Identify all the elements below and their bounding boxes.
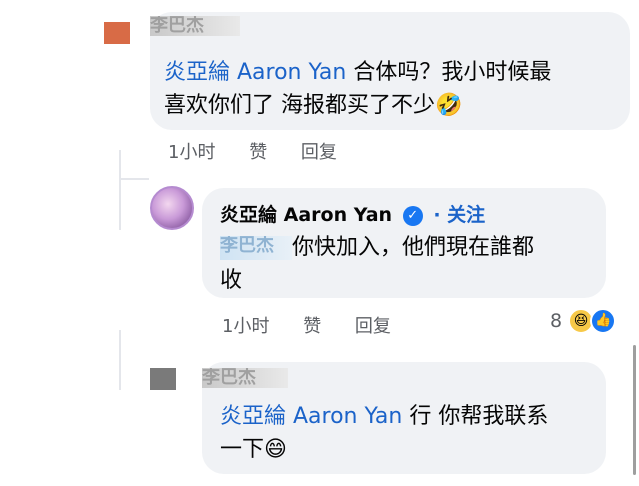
comment-text-line: 收 — [220, 268, 243, 293]
comment-text-line: 你快加入，他們現在誰都 — [292, 235, 535, 260]
thread-connector-line — [119, 330, 121, 390]
user-tag[interactable]: 炎亞綸 Aaron Yan — [164, 60, 346, 85]
comment-actions: 1小时 赞 回复 — [222, 312, 419, 338]
redacted-mention[interactable]: 李巴杰 — [220, 236, 292, 260]
like-button[interactable]: 赞 — [303, 316, 321, 337]
comment-header: 炎亞綸 Aaron Yan ✓ · 关注 — [220, 200, 485, 227]
comment-text-line: 喜欢你们了 海报都买了不少 — [164, 93, 435, 118]
comment-text-line: 合体吗？我小时候最 — [346, 60, 552, 85]
follow-button[interactable]: · 关注 — [433, 204, 485, 226]
comment-actions: 1小时 赞 回复 — [168, 138, 365, 164]
reply-button[interactable]: 回复 — [355, 316, 391, 337]
comment-bubble: 李巴杰 炎亞綸 Aaron Yan 行 你帮我联系 一下😄 — [202, 362, 606, 474]
comment-text: 炎亞綸 Aaron Yan 合体吗？我小时候最 喜欢你们了 海报都买了不少🤣 — [164, 56, 624, 122]
comment-text: 炎亞綸 Aaron Yan 行 你帮我联系 一下😄 — [220, 400, 604, 466]
comment-text-line: 行 你帮我联系 — [402, 404, 549, 429]
rofl-emoji-icon: 🤣 — [435, 93, 463, 118]
reply-button[interactable]: 回复 — [301, 142, 337, 163]
like-button[interactable]: 赞 — [249, 142, 267, 163]
user-tag[interactable]: 炎亞綸 Aaron Yan — [220, 404, 402, 429]
comment-time[interactable]: 1小时 — [222, 316, 269, 337]
redacted-author-name[interactable]: 李巴杰 — [150, 16, 240, 36]
like-icon: 👍 — [590, 308, 617, 334]
comment-text: 收 — [220, 264, 242, 297]
thread-connector-branch — [119, 178, 149, 180]
reaction-summary[interactable]: 8 😆 👍 — [550, 308, 617, 334]
verified-badge-icon: ✓ — [402, 206, 423, 226]
avatar[interactable] — [150, 186, 194, 230]
scrollbar[interactable] — [633, 345, 636, 475]
comment-text-line: 一下 — [220, 437, 265, 462]
author-name[interactable]: 炎亞綸 Aaron Yan — [220, 204, 392, 226]
redacted-avatar[interactable] — [150, 368, 176, 390]
grin-emoji-icon: 😄 — [264, 437, 287, 462]
reaction-count: 8 — [550, 310, 563, 332]
redacted-avatar[interactable] — [104, 22, 130, 44]
comment-text: 你快加入，他們現在誰都 — [292, 231, 602, 264]
redacted-author-name[interactable]: 李巴杰 — [202, 368, 288, 388]
comment-time[interactable]: 1小时 — [168, 142, 215, 163]
thread-connector-line — [119, 150, 121, 230]
comment-bubble: 炎亞綸 Aaron Yan ✓ · 关注 李巴杰 你快加入，他們現在誰都 收 — [202, 188, 606, 298]
comment-bubble: 李巴杰 炎亞綸 Aaron Yan 合体吗？我小时候最 喜欢你们了 海报都买了不… — [150, 12, 630, 130]
